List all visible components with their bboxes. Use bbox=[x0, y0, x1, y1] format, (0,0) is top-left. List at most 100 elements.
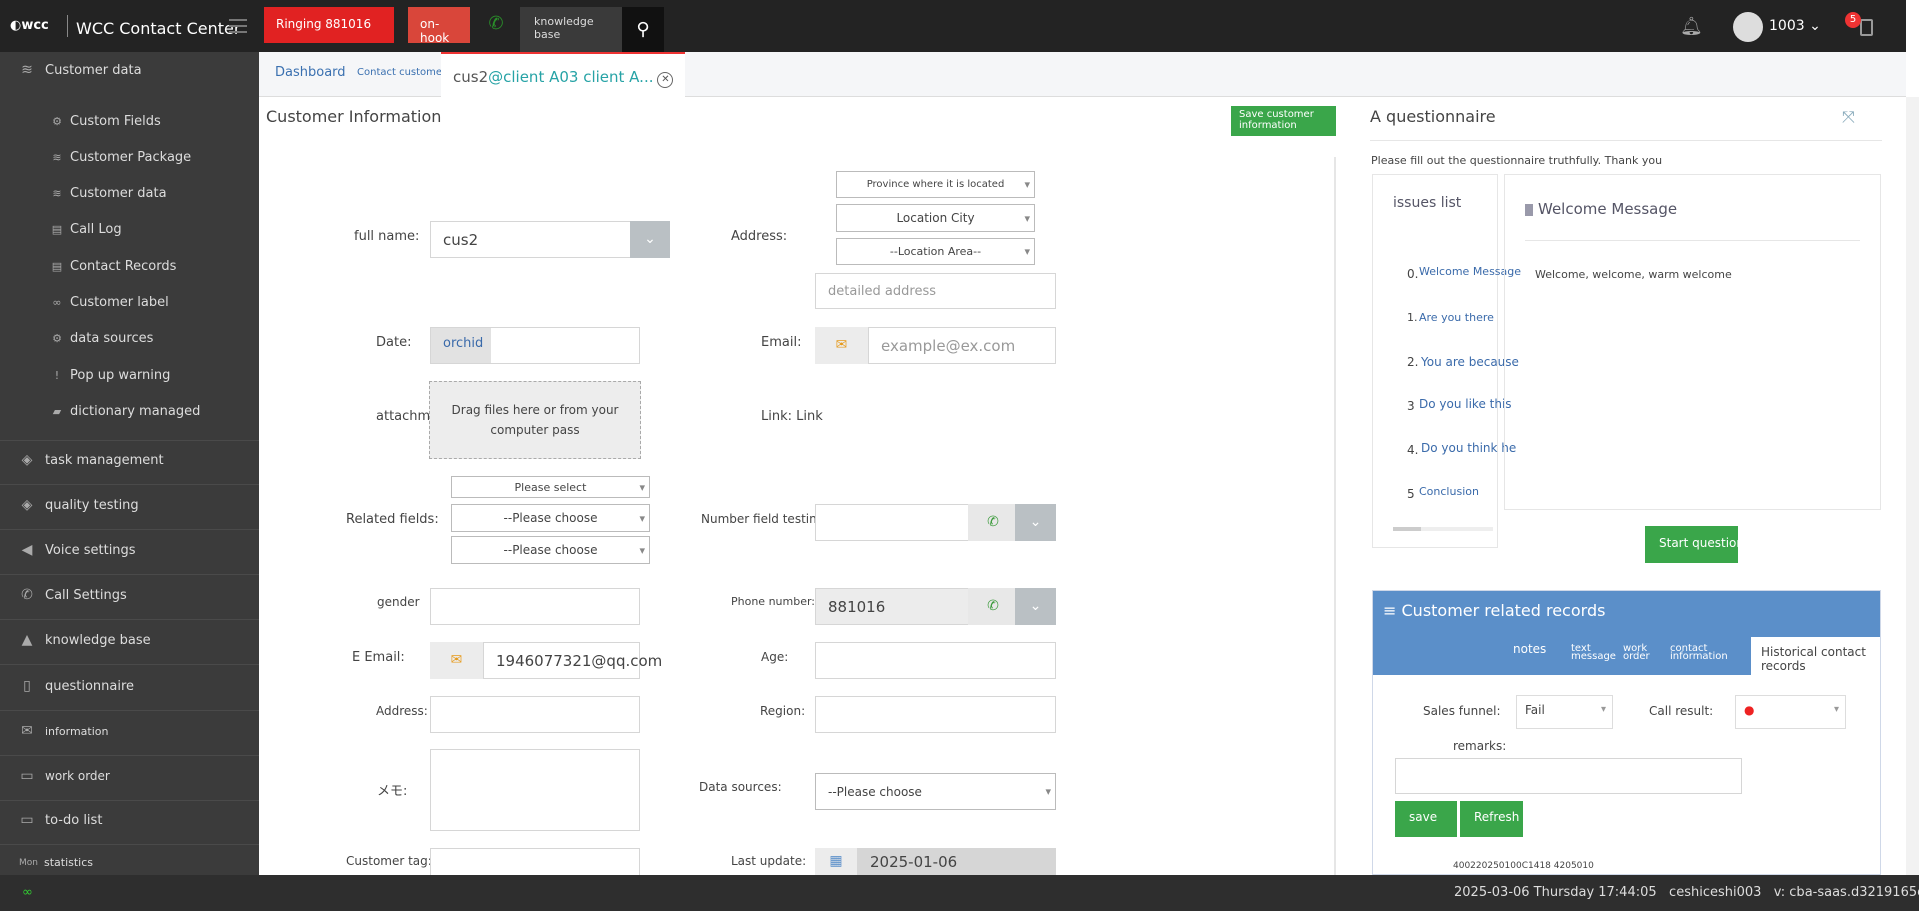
sidebar-item-to-do-list[interactable]: ▭ to-do list bbox=[0, 812, 259, 828]
tab-notes[interactable]: notes bbox=[1513, 643, 1546, 655]
sidebar-item-questionnaire[interactable]: ▯ questionnaire bbox=[0, 678, 259, 694]
sidebar-subitem-customer-package[interactable]: ≋ Customer Package bbox=[0, 150, 259, 165]
issue-item[interactable]: Do you think he bbox=[1421, 441, 1516, 455]
sidebar-subitem-contact-records[interactable]: ▤ Contact Records bbox=[0, 259, 259, 274]
on-hook-button[interactable]: on-hook bbox=[408, 7, 470, 45]
region-input[interactable] bbox=[815, 696, 1056, 733]
file-dropzone[interactable]: Drag files here or from your computer pa… bbox=[429, 381, 641, 459]
customer-tag-input[interactable] bbox=[430, 848, 640, 875]
save-customer-info-button[interactable]: Save customer information bbox=[1231, 106, 1339, 136]
area-select[interactable]: --Location Area-- bbox=[836, 238, 1035, 265]
tab-dashboard[interactable]: Dashboard bbox=[275, 52, 346, 97]
sidebar-item-customer-data[interactable]: ≋ Customer data bbox=[0, 62, 259, 78]
tab-customer-detail[interactable]: cus2@client A03 client A... ✕ bbox=[441, 52, 686, 98]
tab-work-order[interactable]: work order bbox=[1623, 644, 1653, 662]
customer-info-panel: Customer Information Save customer infor… bbox=[259, 97, 1339, 875]
call-number-field-button[interactable]: ✆ bbox=[968, 504, 1018, 541]
related-field-select-3[interactable]: --Please choose bbox=[451, 536, 650, 564]
search-icon[interactable]: ⚲ bbox=[622, 7, 664, 52]
address2-input[interactable] bbox=[430, 696, 640, 733]
related-field-select-1[interactable]: Please select bbox=[451, 476, 650, 498]
data-sources-select[interactable]: --Please choose bbox=[815, 773, 1056, 810]
save-record-button[interactable]: save bbox=[1395, 801, 1457, 837]
ringing-status-button[interactable]: Ringing 881016 bbox=[264, 7, 394, 43]
records-title: ≡ Customer related records bbox=[1383, 601, 1606, 620]
gear-icon: ⚙ bbox=[52, 115, 62, 128]
speaker-icon: ◀ bbox=[21, 542, 33, 558]
province-select[interactable]: Province where it is located bbox=[836, 171, 1035, 198]
sidebar-item-statistics[interactable]: Mon statistics bbox=[0, 856, 259, 869]
bell-icon[interactable]: 🔔︎ bbox=[1680, 16, 1703, 37]
date-input[interactable]: orchid bbox=[430, 327, 640, 364]
logo-icon: ◐ bbox=[10, 18, 22, 33]
divider bbox=[0, 619, 259, 620]
refresh-button[interactable]: Refresh bbox=[1460, 801, 1523, 837]
sidebar-subitem-pop-up-warning[interactable]: ! Pop up warning bbox=[0, 368, 259, 383]
sidebar-subitem-call-log[interactable]: ▤ Call Log bbox=[0, 222, 259, 237]
remarks-label: remarks: bbox=[1453, 739, 1507, 753]
number-field-label: Number field testing: bbox=[701, 512, 829, 526]
hamburger-menu-icon[interactable] bbox=[229, 19, 247, 33]
sidebar-item-quality-testing[interactable]: ◈ quality testing bbox=[0, 497, 259, 513]
issues-scrollbar[interactable] bbox=[1393, 527, 1493, 531]
notification-badge: 5 bbox=[1845, 12, 1861, 28]
issue-item[interactable]: Conclusion bbox=[1419, 485, 1479, 498]
e-email-input[interactable]: 1946077321@qq.com bbox=[483, 642, 662, 679]
full-name-input[interactable]: cus2 bbox=[430, 221, 636, 258]
knowledge-base-button[interactable]: knowledge base bbox=[520, 7, 622, 52]
call-phone-button[interactable]: ✆ bbox=[968, 588, 1018, 625]
call-result-select[interactable]: ● bbox=[1735, 695, 1846, 729]
avatar[interactable] bbox=[1733, 12, 1763, 42]
tab-historical-contact-records[interactable]: Historical contact records bbox=[1751, 637, 1880, 675]
issue-item[interactable]: Do you like this bbox=[1419, 397, 1512, 411]
sidebar-subitem-data-sources[interactable]: ⚙ data sources bbox=[0, 331, 259, 346]
last-update-label: Last update: bbox=[731, 854, 807, 868]
memo-label: メモ: bbox=[377, 784, 408, 799]
sidebar-item-information[interactable]: ✉ information bbox=[0, 723, 259, 739]
related-field-select-2[interactable]: --Please choose bbox=[451, 504, 650, 532]
tab-contact-information[interactable]: contact information bbox=[1670, 644, 1728, 662]
issues-list: issues list 0. Welcome Message 1. Are yo… bbox=[1372, 174, 1521, 548]
sidebar-item-work-order[interactable]: ▭ work order bbox=[0, 768, 259, 784]
number-field-input[interactable] bbox=[815, 504, 975, 541]
tab-customer-client: @client A03 client A... bbox=[488, 68, 654, 86]
sidebar-item-task-management[interactable]: ◈ task management bbox=[0, 452, 259, 468]
sidebar-item-call-settings[interactable]: ✆ Call Settings bbox=[0, 587, 259, 603]
sidebar-subitem-dictionary[interactable]: ▰ dictionary managed bbox=[0, 404, 259, 419]
issue-number: 1. bbox=[1407, 311, 1418, 324]
age-input[interactable] bbox=[815, 642, 1056, 679]
sidebar-item-knowledge-base[interactable]: ▲ knowledge base bbox=[0, 632, 259, 648]
close-icon[interactable]: ✕ bbox=[657, 72, 674, 88]
divider bbox=[0, 574, 259, 575]
date-value: orchid bbox=[431, 328, 492, 363]
sales-funnel-select[interactable]: Fail bbox=[1516, 695, 1613, 729]
email-input[interactable]: example@ex.com bbox=[868, 327, 1056, 364]
full-name-dropdown-button[interactable]: ⌄ bbox=[630, 221, 670, 258]
tab-contact-customers[interactable]: Contact customers bbox=[357, 52, 451, 97]
start-questionnaire-button[interactable]: Start questionnaire bbox=[1645, 526, 1738, 563]
tasks-icon[interactable] bbox=[1860, 19, 1873, 36]
number-field-dropdown-button[interactable]: ⌄ bbox=[1015, 504, 1056, 541]
email-label: Email: bbox=[761, 335, 802, 350]
phone-hangup-icon[interactable]: ✆ bbox=[481, 9, 511, 39]
divider bbox=[0, 710, 259, 711]
sidebar-subitem-custom-fields[interactable]: ⚙ Custom Fields bbox=[0, 114, 259, 129]
detailed-address-input[interactable]: detailed address bbox=[815, 273, 1056, 309]
layers-icon: ◈ bbox=[21, 497, 33, 513]
remarks-input[interactable] bbox=[1395, 758, 1742, 794]
tab-text-message[interactable]: text message bbox=[1571, 644, 1616, 662]
sidebar-subitem-customer-label[interactable]: ∞ Customer label bbox=[0, 295, 259, 310]
issue-item[interactable]: Are you there bbox=[1419, 311, 1494, 324]
sidebar-item-voice-settings[interactable]: ◀ Voice settings bbox=[0, 542, 259, 558]
sidebar-subitem-customer-data[interactable]: ≋ Customer data bbox=[0, 186, 259, 201]
memo-textarea[interactable] bbox=[430, 749, 640, 831]
user-menu[interactable]: 1003 ⌄ bbox=[1769, 18, 1821, 34]
expand-icon[interactable]: ⤧ bbox=[1842, 107, 1855, 127]
city-select[interactable]: Location City bbox=[836, 204, 1035, 232]
envelope-icon: ✉ bbox=[430, 642, 483, 679]
gender-input[interactable] bbox=[430, 588, 640, 625]
phone-dropdown-button[interactable]: ⌄ bbox=[1015, 588, 1056, 625]
phone-number-input[interactable]: 881016 bbox=[815, 588, 975, 625]
welcome-title: Welcome Message bbox=[1525, 200, 1677, 218]
page-scrollbar[interactable] bbox=[1906, 97, 1919, 875]
